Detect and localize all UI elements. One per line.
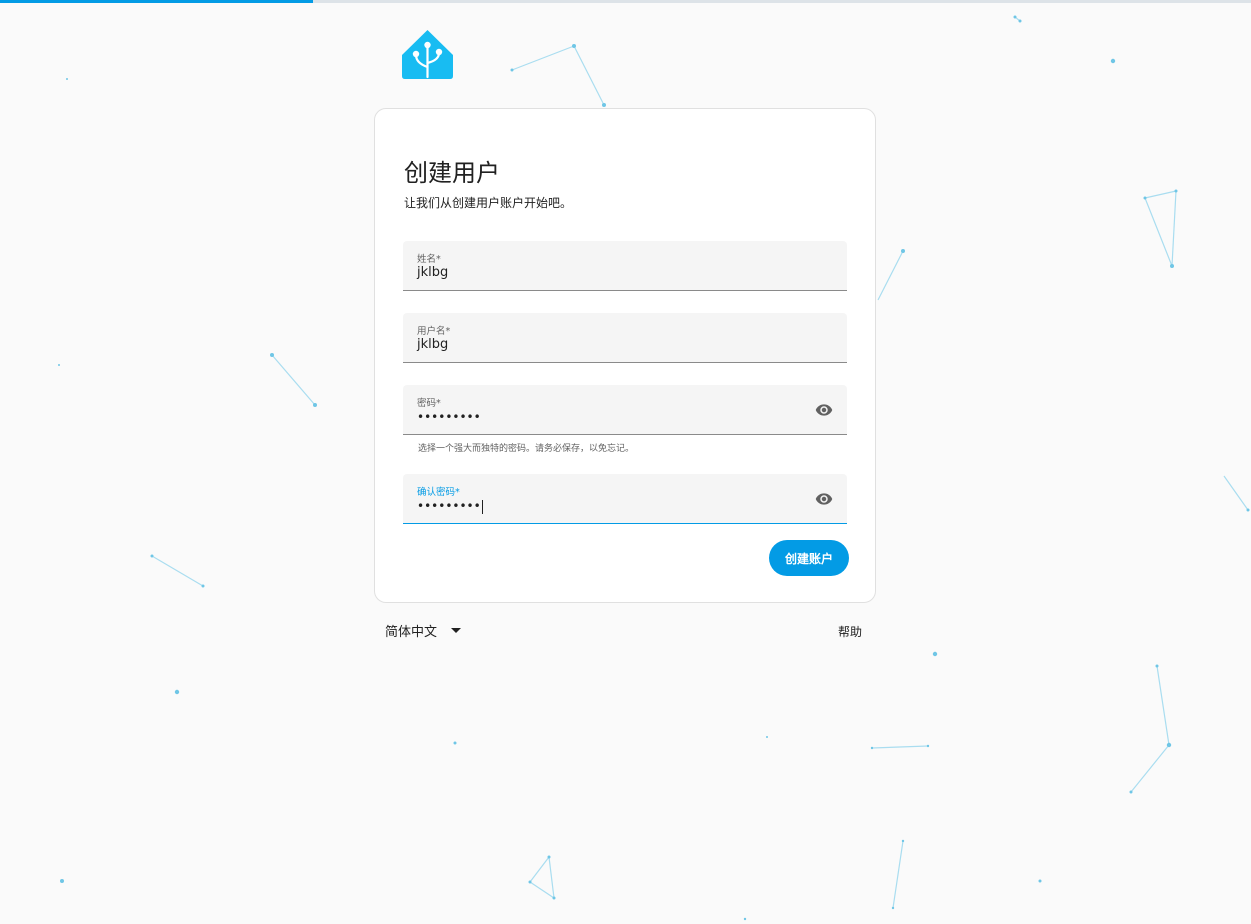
chevron-down-icon — [451, 628, 462, 633]
password-helper-text: 选择一个强大而独特的密码。请务必保存，以免忘记。 — [418, 444, 635, 454]
name-field-label: 姓名* — [417, 254, 441, 265]
confirm-password-field-label: 确认密码* — [417, 487, 460, 498]
home-assistant-logo-icon — [402, 30, 453, 79]
username-field[interactable]: 用户名* jklbg — [403, 313, 847, 363]
name-field[interactable]: 姓名* jklbg — [403, 241, 847, 291]
username-field-value: jklbg — [417, 337, 449, 352]
password-field-value: ••••••••• — [417, 410, 481, 424]
create-user-card: 创建用户 让我们从创建用户账户开始吧。 姓名* jklbg 用户名* jklbg… — [374, 108, 876, 603]
name-field-value: jklbg — [417, 265, 449, 280]
create-account-button[interactable]: 创建账户 — [769, 540, 849, 576]
page-title: 创建用户 — [404, 159, 500, 187]
language-selector[interactable]: 简体中文 — [385, 621, 462, 640]
confirm-password-field[interactable]: 确认密码* ••••••••• — [403, 474, 847, 524]
confirm-password-dots: ••••••••• — [417, 499, 481, 513]
page-subtitle: 让我们从创建用户账户开始吧。 — [404, 196, 573, 210]
eye-icon[interactable] — [815, 490, 833, 508]
confirm-password-field-value: ••••••••• — [417, 499, 483, 514]
username-field-label: 用户名* — [417, 326, 451, 337]
password-field[interactable]: 密码* ••••••••• — [403, 385, 847, 435]
help-link[interactable]: 帮助 — [838, 623, 862, 640]
text-caret — [481, 499, 483, 514]
language-selector-label: 简体中文 — [385, 625, 438, 640]
password-field-label: 密码* — [417, 398, 441, 409]
eye-icon[interactable] — [815, 401, 833, 419]
